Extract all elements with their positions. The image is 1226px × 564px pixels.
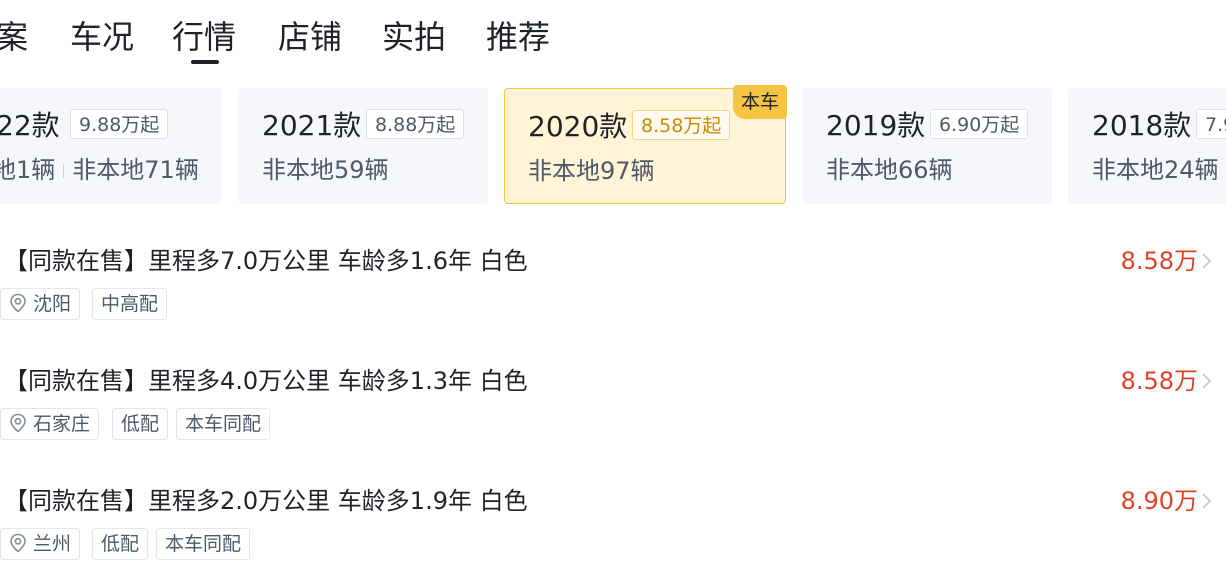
listing-price: 8.58万	[1120, 367, 1198, 395]
listing-price: 8.90万	[1120, 487, 1198, 515]
location-city: 石家庄	[33, 413, 91, 435]
location-pin-icon	[10, 533, 26, 553]
card-count: 地1辆 非本地71辆	[0, 154, 199, 186]
card-count-nonlocal: 非本地66辆	[826, 156, 953, 184]
tab-market[interactable]: 行情	[172, 16, 236, 58]
config-tag: 低配	[112, 408, 169, 440]
active-tab-indicator	[191, 60, 219, 64]
config-tag: 中高配	[92, 288, 168, 320]
location-city: 沈阳	[33, 293, 72, 315]
card-price: 9.88万起	[70, 109, 169, 139]
card-year: 22款	[0, 109, 60, 142]
chevron-right-icon	[1202, 373, 1212, 389]
chevron-right-icon	[1202, 253, 1212, 269]
location-pin-icon	[10, 293, 26, 313]
listing-title: 【同款在售】里程多4.0万公里 车龄多1.3年 白色	[4, 367, 528, 395]
tab-condition[interactable]: 车况	[70, 16, 134, 58]
location-pin-icon	[10, 413, 26, 433]
market-section: 案 车况 行情 店铺 实拍 推荐 22款 9.88万起 地1辆 非本地71辆 20…	[0, 0, 1226, 564]
year-card[interactable]: 2019款 6.90万起 非本地66辆	[802, 88, 1052, 204]
card-count-nonlocal: 非本地24辆	[1092, 156, 1219, 184]
tab-photos[interactable]: 实拍	[382, 16, 446, 58]
same-config-tag: 本车同配	[156, 528, 251, 560]
location-city: 兰州	[33, 533, 72, 555]
config-tag: 低配	[92, 528, 149, 560]
location-tag: 沈阳	[0, 288, 81, 320]
tab-recommend[interactable]: 推荐	[486, 16, 550, 58]
card-price: 8.88万起	[366, 109, 465, 139]
chevron-right-icon	[1202, 493, 1212, 509]
card-count-nonlocal: 非本地71辆	[72, 156, 199, 184]
listing-item[interactable]: 【同款在售】里程多4.0万公里 车龄多1.3年 白色 8.58万 石家庄 低配 …	[0, 364, 1226, 456]
same-config-tag: 本车同配	[176, 408, 271, 440]
listing-title: 【同款在售】里程多7.0万公里 车龄多1.6年 白色	[4, 247, 528, 275]
card-year: 2020款	[528, 110, 628, 143]
tab-archive[interactable]: 案	[0, 16, 28, 58]
listing-price: 8.58万	[1120, 247, 1198, 275]
listing-item[interactable]: 【同款在售】里程多7.0万公里 车龄多1.6年 白色 8.58万 沈阳 中高配	[0, 244, 1226, 336]
card-count-nonlocal: 非本地97辆	[528, 157, 655, 185]
card-price: 8.58万起	[632, 110, 731, 140]
card-price: 7.9	[1196, 109, 1226, 139]
card-year: 2021款	[262, 109, 362, 142]
card-count-local: 地1辆	[0, 156, 56, 184]
location-tag: 石家庄	[0, 408, 100, 440]
card-count-nonlocal: 非本地59辆	[262, 156, 389, 184]
listing-item[interactable]: 【同款在售】里程多2.0万公里 车龄多1.9年 白色 8.90万 兰州 低配 本…	[0, 484, 1226, 564]
card-price: 6.90万起	[930, 109, 1029, 139]
year-card-selected[interactable]: 2020款 8.58万起 非本地97辆 本车	[504, 85, 787, 204]
card-year: 2018款	[1092, 109, 1192, 142]
card-year: 2019款	[826, 109, 926, 142]
year-card[interactable]: 2021款 8.88万起 非本地59辆	[238, 88, 488, 204]
listing-title: 【同款在售】里程多2.0万公里 车龄多1.9年 白色	[4, 487, 528, 515]
year-card[interactable]: 2018款 7.9 非本地24辆	[1068, 88, 1226, 204]
tab-store[interactable]: 店铺	[278, 16, 342, 58]
year-card[interactable]: 22款 9.88万起 地1辆 非本地71辆	[0, 88, 222, 204]
divider	[63, 164, 65, 178]
current-car-badge: 本车	[732, 85, 787, 119]
section-tabs: 案 车况 行情 店铺 实拍 推荐	[0, 0, 1226, 76]
location-tag: 兰州	[0, 528, 81, 560]
